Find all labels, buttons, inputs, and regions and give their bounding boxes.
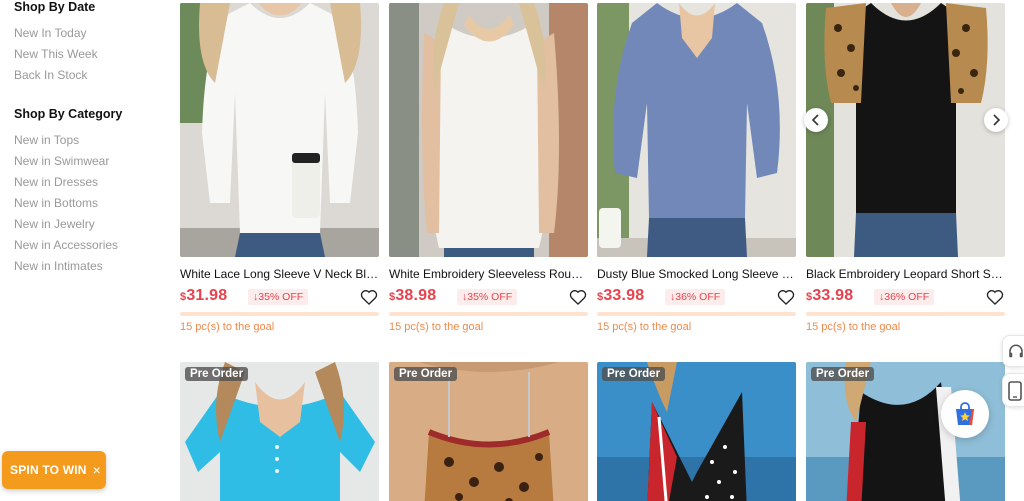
discount-badge: ↓36% OFF [665,289,726,305]
shop-by-date-title: Shop By Date [14,0,96,14]
price-box: $38.98 ↓35% OFF [389,287,588,307]
pre-order-badge: Pre Order [394,367,458,381]
product-title[interactable]: Dusty Blue Smocked Long Sleeve Shirt [597,267,796,281]
price: $33.98 [597,287,645,304]
link-new-in-accessories[interactable]: New in Accessories [14,238,118,259]
goal-progress-bar [806,312,1005,316]
product-title[interactable]: Black Embroidery Leopard Short Sleeve Bl… [806,267,1005,281]
shop-by-category-title: Shop By Category [14,107,123,121]
discount-badge: ↓36% OFF [874,289,935,305]
product-image[interactable] [389,3,588,257]
pre-order-badge: Pre Order [602,367,666,381]
goal-text: 15 pc(s) to the goal [806,321,901,333]
product-image[interactable]: Pre Order [389,362,588,501]
price-box: $33.98 ↓36% OFF [597,287,796,307]
carousel-next-button[interactable] [984,108,1008,132]
discount-badge: ↓35% OFF [457,289,518,305]
link-new-in-dresses[interactable]: New in Dresses [14,175,118,196]
product-image[interactable]: Pre Order [597,362,796,501]
price: $38.98 [389,287,437,304]
app-download-tab[interactable] [1002,373,1024,407]
heart-icon[interactable] [776,287,796,307]
goal-progress-bar [389,312,588,316]
shopping-bag-star-icon [956,402,974,425]
mobile-icon [1008,381,1022,401]
category-links: New in Tops New in Swimwear New in Dress… [14,133,118,280]
carousel-prev-button[interactable] [804,108,828,132]
shopping-bag-button[interactable] [941,390,989,438]
shop-by-category-section: Shop By Category [14,107,122,121]
link-new-in-tops[interactable]: New in Tops [14,133,118,154]
discount-badge: ↓35% OFF [248,289,309,305]
product-image[interactable] [597,3,796,257]
chevron-right-icon [993,114,1001,126]
link-new-in-today[interactable]: New In Today [14,26,98,47]
heart-icon[interactable] [359,287,379,307]
shop-by-date-section: Shop By Date [14,0,95,14]
heart-icon[interactable] [985,287,1005,307]
link-new-in-intimates[interactable]: New in Intimates [14,259,118,280]
close-icon[interactable]: × [93,462,101,478]
link-new-this-week[interactable]: New This Week [14,47,98,68]
link-new-in-bottoms[interactable]: New in Bottoms [14,196,118,217]
goal-text: 15 pc(s) to the goal [180,321,275,333]
goal-progress-bar [180,312,379,316]
product-title[interactable]: White Embroidery Sleeveless Round Neck B… [389,267,588,281]
spin-to-win-button[interactable]: SPIN TO WIN × [2,451,106,489]
link-new-in-jewelry[interactable]: New in Jewelry [14,217,118,238]
product-image[interactable]: Pre Order [180,362,379,501]
pre-order-badge: Pre Order [811,367,875,381]
date-links: New In Today New This Week Back In Stock [14,26,98,89]
goal-progress-bar [597,312,796,316]
chevron-left-icon [811,114,819,126]
product-title[interactable]: White Lace Long Sleeve V Neck Blouse [180,267,379,281]
goal-text: 15 pc(s) to the goal [389,321,484,333]
headset-icon [1009,344,1023,358]
heart-icon[interactable] [568,287,588,307]
link-new-in-swimwear[interactable]: New in Swimwear [14,154,118,175]
goal-text: 15 pc(s) to the goal [597,321,692,333]
customer-service-tab[interactable] [1002,335,1024,367]
price: $33.98 [806,287,854,304]
product-image[interactable] [806,3,1005,257]
link-back-in-stock[interactable]: Back In Stock [14,68,98,89]
price: $31.98 [180,287,228,304]
price-box: $33.98 ↓36% OFF [806,287,1005,307]
spin-to-win-label: SPIN TO WIN [10,463,87,477]
page: Shop By Date New In Today New This Week … [0,0,1024,501]
price-box: $31.98 ↓35% OFF [180,287,379,307]
pre-order-badge: Pre Order [185,367,249,381]
product-image[interactable] [180,3,379,257]
